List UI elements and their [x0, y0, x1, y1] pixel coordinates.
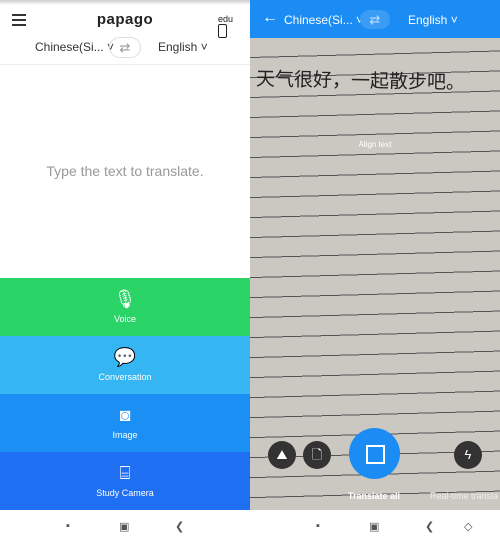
- source-language-select[interactable]: Chinese(Si... ˅: [284, 13, 363, 27]
- back-arrow-icon[interactable]: ←: [262, 9, 278, 27]
- handwritten-text: 天气很好，一起散步吧。: [255, 68, 466, 94]
- realtime-translate-tab[interactable]: Real-time transla: [430, 491, 498, 501]
- system-nav-bar: ▪ ▣ ❮ ▪ ▣ ❮ ◇: [0, 510, 500, 541]
- flash-icon: ϟ: [464, 447, 472, 462]
- align-text-hint: Align text: [358, 140, 392, 149]
- voice-button[interactable]: 🎙 Voice: [0, 278, 250, 336]
- flash-button[interactable]: ϟ: [454, 441, 482, 469]
- home-icon[interactable]: ▣: [119, 520, 129, 533]
- document-button[interactable]: 🗋: [303, 441, 331, 469]
- home-icon[interactable]: ▣: [369, 520, 379, 533]
- gallery-button[interactable]: ⛰: [268, 441, 296, 469]
- status-bar: [0, 0, 250, 5]
- image-button[interactable]: ◙ Image: [0, 394, 250, 452]
- study-camera-icon: ⌸: [119, 463, 131, 483]
- recent-apps-icon[interactable]: ▪: [66, 520, 70, 532]
- target-language-select[interactable]: English ˅: [158, 40, 208, 54]
- divider: [0, 64, 250, 65]
- target-language-select[interactable]: English ˅: [408, 13, 458, 27]
- swap-languages-button[interactable]: ⇄: [109, 37, 141, 58]
- rotate-icon[interactable]: ◇: [464, 520, 472, 533]
- conversation-icon: 💬: [113, 347, 137, 367]
- study-camera-button[interactable]: ⌸ Study Camera: [0, 452, 250, 510]
- conversation-button[interactable]: 💬 Conversation: [0, 336, 250, 394]
- text-translate-panel: papago edu Chinese(Si... ˅ ⇄ English ˅ T…: [0, 0, 250, 510]
- edu-button[interactable]: edu: [218, 14, 238, 38]
- back-icon[interactable]: ❮: [175, 520, 184, 533]
- mic-icon: 🎙: [113, 289, 137, 309]
- gallery-icon: ⛰: [276, 447, 288, 462]
- document-icon: 🗋: [311, 447, 323, 462]
- translate-text-input[interactable]: Type the text to translate.: [0, 163, 250, 179]
- translate-all-tab[interactable]: Translate all: [348, 491, 400, 501]
- camera-top-bar: ← Chinese(Si... ˅ ⇄ English ˅: [250, 0, 500, 38]
- source-language-select[interactable]: Chinese(Si... ˅: [35, 40, 114, 54]
- papago-logo: papago: [96, 11, 154, 28]
- back-icon[interactable]: ❮: [425, 520, 434, 533]
- capture-button[interactable]: [349, 428, 400, 479]
- recent-apps-icon[interactable]: ▪: [316, 520, 320, 532]
- swap-languages-button[interactable]: ⇄: [360, 10, 390, 29]
- image-icon: ◙: [119, 405, 131, 425]
